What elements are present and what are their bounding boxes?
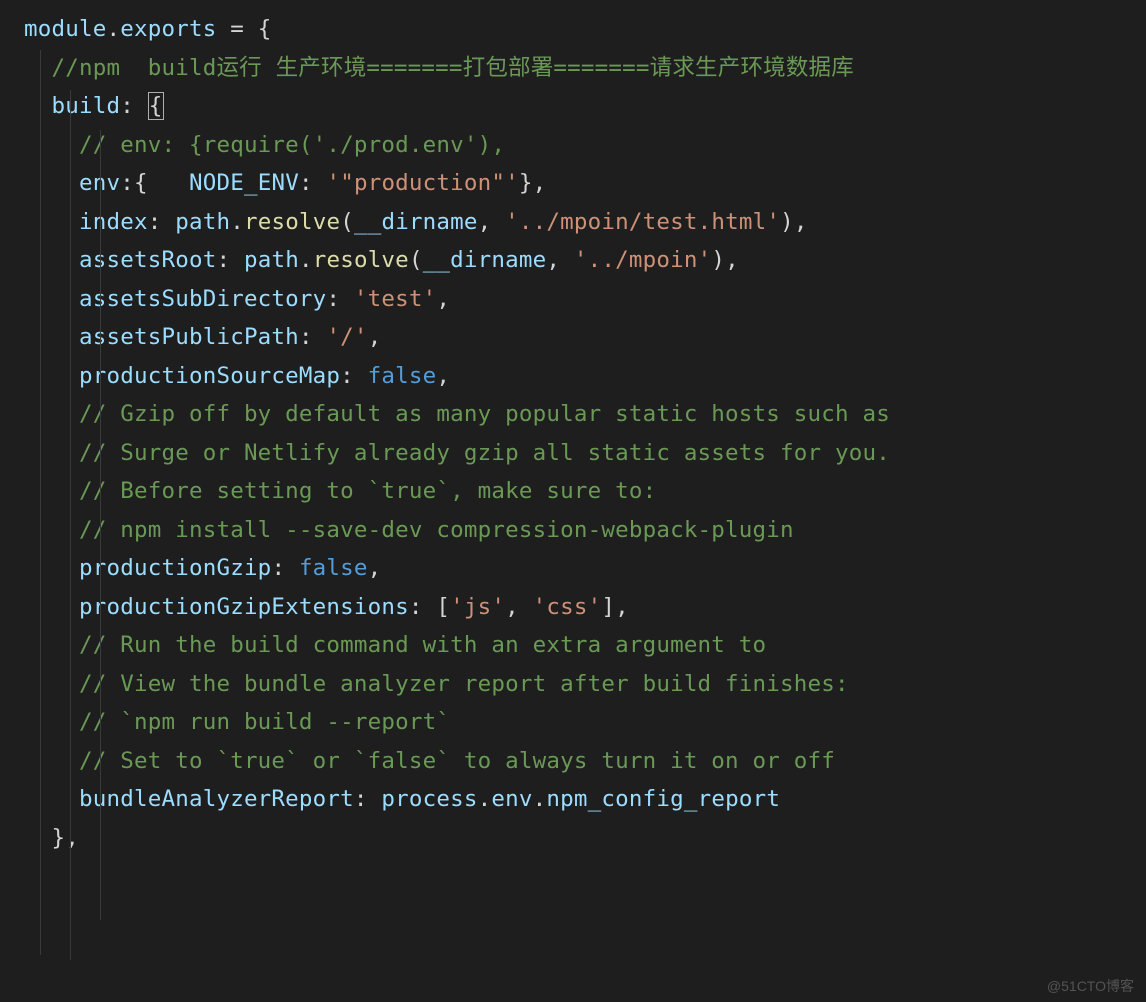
code-token: , [368,324,382,350]
code-comment: // Before setting to `true`, make sure t… [24,478,656,504]
code-token: false [368,363,437,389]
indent-guide-2 [70,90,71,960]
code-token: env [24,170,120,196]
code-token: . [299,247,313,273]
code-token: path [175,209,230,235]
code-token: NODE_ENV [189,170,299,196]
code-comment: // npm install --save-dev compression-we… [24,517,794,543]
code-token: ( [409,247,423,273]
code-token: : [326,286,354,312]
code-string: '../mpoin' [574,247,711,273]
code-string: '"production"' [326,170,518,196]
code-token: : [340,363,368,389]
code-token: module [24,16,106,42]
code-token: productionGzipExtensions [24,594,409,620]
code-token: ), [780,209,808,235]
code-token: build [24,93,120,119]
code-comment: // env: {require('./prod.env'), [24,132,505,158]
code-token: : [354,786,382,812]
code-token: env [491,786,532,812]
code-token: , [436,286,450,312]
code-token: false [299,555,368,581]
code-token: assetsPublicPath [24,324,299,350]
code-token: ], [601,594,629,620]
code-token: }, [519,170,547,196]
code-token: productionGzip [24,555,271,581]
code-token: . [533,786,547,812]
code-token: : [148,209,176,235]
indent-guide-3 [100,130,101,920]
code-token: . [230,209,244,235]
code-token: npm_config_report [546,786,780,812]
code-token: = { [216,16,271,42]
code-token: . [106,16,120,42]
code-comment: // Surge or Netlify already gzip all sta… [24,440,890,466]
code-string: 'test' [354,286,436,312]
code-token: bundleAnalyzerReport [24,786,354,812]
code-token: . [478,786,492,812]
code-string: 'js' [450,594,505,620]
code-token: , [478,209,506,235]
code-comment: // Run the build command with an extra a… [24,632,766,658]
code-comment: // `npm run build --report` [24,709,450,735]
code-token: , [546,247,574,273]
code-token: : [ [409,594,450,620]
watermark: @51CTO博客 [1047,976,1134,996]
code-comment: // View the bundle analyzer report after… [24,671,849,697]
code-token: __dirname [423,247,547,273]
code-comment: //npm build运行 生产环境=======打包部署=======请求生产… [24,55,854,81]
code-string: '/' [326,324,367,350]
indent-guide-1 [40,50,41,955]
code-token: resolve [313,247,409,273]
code-token: : [299,324,327,350]
code-token: ), [711,247,739,273]
code-token: index [24,209,148,235]
code-block: module.exports = { //npm build运行 生产环境===… [0,0,1146,857]
code-token: assetsRoot [24,247,216,273]
code-token: path [244,247,299,273]
code-token: process [381,786,477,812]
code-token: : [216,247,244,273]
code-token: resolve [244,209,340,235]
code-token: , [505,594,533,620]
code-comment: // Gzip off by default as many popular s… [24,401,890,427]
code-string: 'css' [533,594,602,620]
code-token: __dirname [354,209,478,235]
code-token: exports [120,16,216,42]
cursor-bracket: { [148,92,165,120]
code-token: , [368,555,382,581]
code-token: productionSourceMap [24,363,340,389]
code-comment: // Set to `true` or `false` to always tu… [24,748,835,774]
code-token: : [271,555,299,581]
code-token: , [436,363,450,389]
code-token: : [120,93,148,119]
code-string: '../mpoin/test.html' [505,209,780,235]
code-token: ( [340,209,354,235]
code-token: :{ [120,170,189,196]
code-token: : [299,170,327,196]
